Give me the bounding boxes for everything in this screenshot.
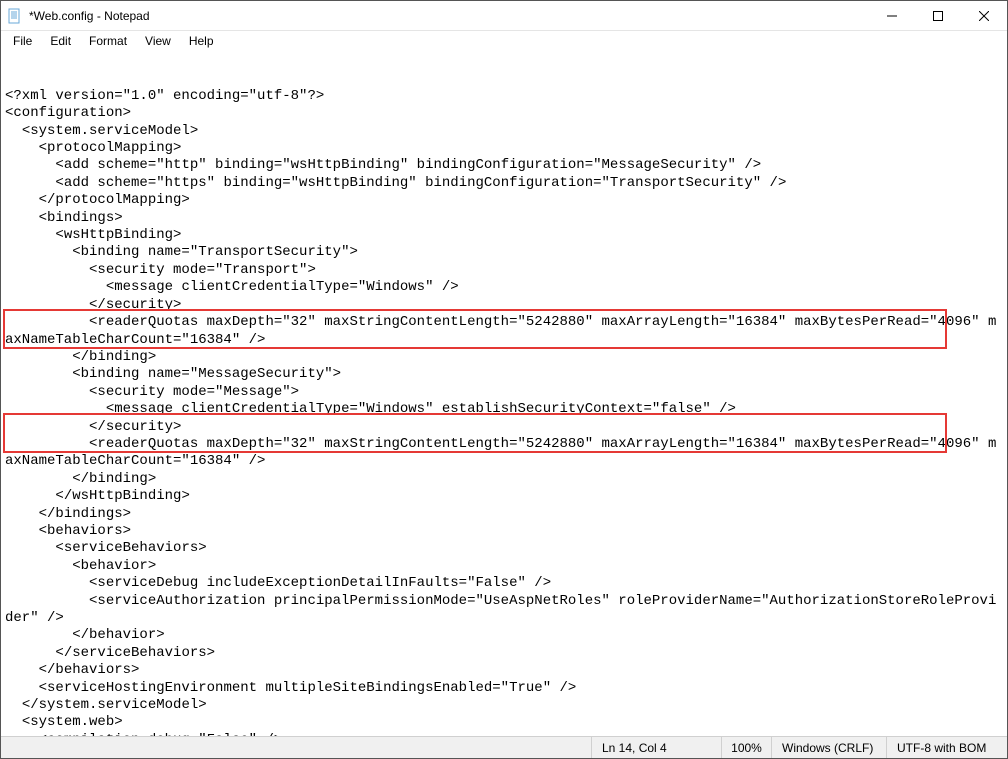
status-zoom: 100%: [722, 737, 772, 758]
close-button[interactable]: [961, 1, 1007, 31]
maximize-button[interactable]: [915, 1, 961, 31]
menu-view[interactable]: View: [137, 32, 179, 50]
status-spacer: [1, 737, 592, 758]
titlebar-left: *Web.config - Notepad: [7, 8, 150, 24]
window-title: *Web.config - Notepad: [29, 9, 150, 23]
menu-help[interactable]: Help: [181, 32, 222, 50]
menu-edit[interactable]: Edit: [42, 32, 79, 50]
status-position: Ln 14, Col 4: [592, 737, 722, 758]
notepad-icon: [7, 8, 23, 24]
minimize-button[interactable]: [869, 1, 915, 31]
status-encoding: UTF-8 with BOM: [887, 737, 1007, 758]
titlebar: *Web.config - Notepad: [1, 1, 1007, 31]
menubar: File Edit Format View Help: [1, 31, 1007, 51]
status-eol: Windows (CRLF): [772, 737, 887, 758]
menu-format[interactable]: Format: [81, 32, 135, 50]
text-editor[interactable]: <?xml version="1.0" encoding="utf-8"?> <…: [1, 51, 1007, 736]
window-controls: [869, 1, 1007, 31]
editor-content[interactable]: <?xml version="1.0" encoding="utf-8"?> <…: [5, 88, 1003, 736]
statusbar: Ln 14, Col 4 100% Windows (CRLF) UTF-8 w…: [1, 736, 1007, 758]
menu-file[interactable]: File: [5, 32, 40, 50]
